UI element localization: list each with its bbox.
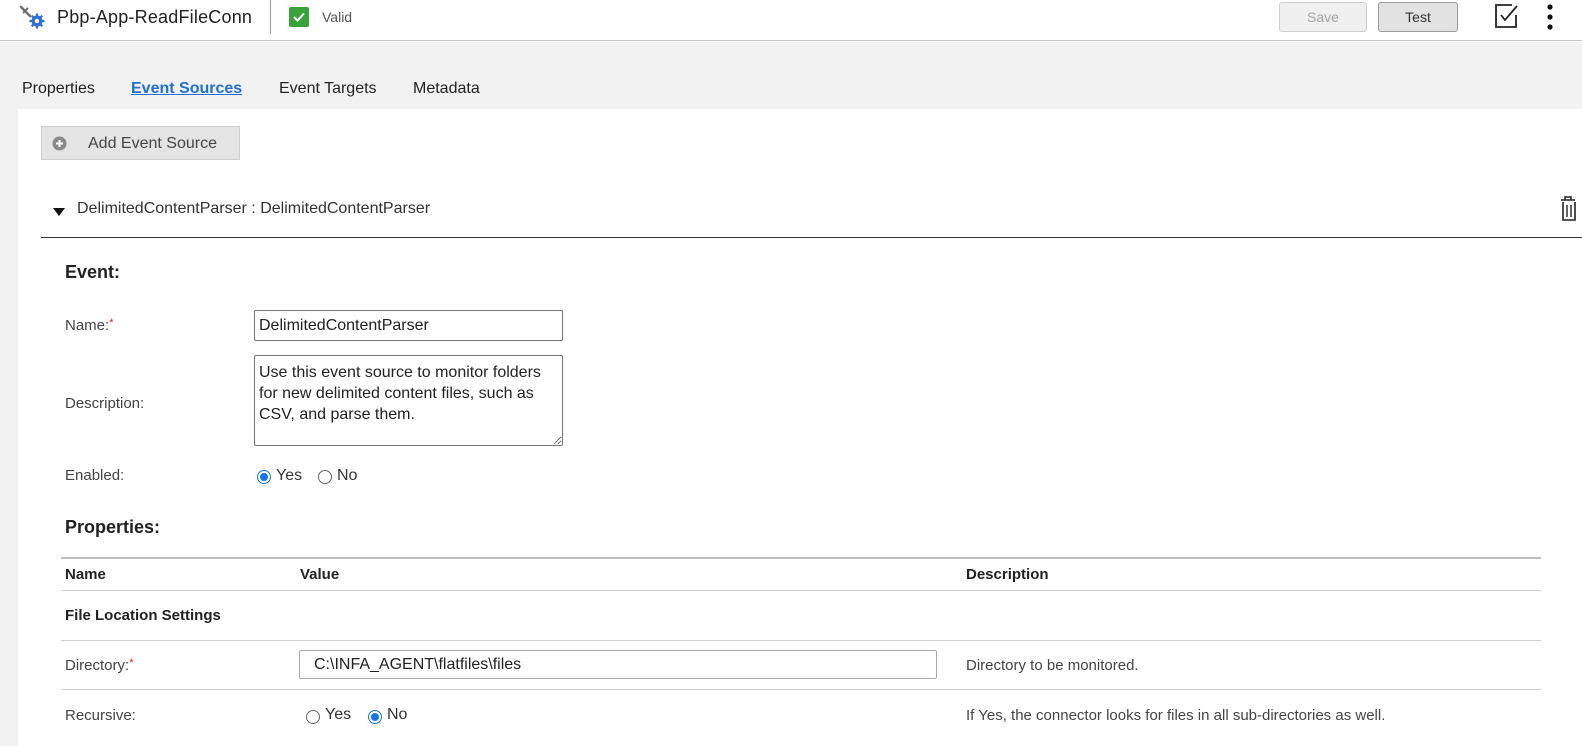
tab-properties[interactable]: Properties — [22, 80, 95, 98]
directory-description: Directory to be monitored. — [966, 657, 1139, 674]
description-field[interactable]: Use this event source to monitor folders… — [254, 355, 563, 446]
directory-field[interactable] — [299, 650, 937, 679]
event-heading: Event: — [65, 262, 121, 282]
event-source-title: DelimitedContentParser : DelimitedConten… — [77, 200, 431, 217]
description-label: Description: — [65, 395, 145, 412]
tab-event-sources[interactable]: Event Sources — [131, 80, 242, 98]
column-header-name: Name — [65, 566, 106, 583]
add-event-source-label: Add Event Source — [88, 135, 217, 152]
valid-check-icon — [289, 7, 309, 27]
required-marker: * — [129, 657, 134, 669]
recursive-yes-radio[interactable] — [306, 710, 320, 724]
left-gutter — [0, 109, 18, 746]
enabled-no-radio[interactable] — [318, 470, 332, 484]
save-button[interactable]: Save — [1279, 2, 1367, 32]
name-field[interactable] — [254, 310, 563, 341]
recursive-no-label: No — [387, 706, 408, 723]
required-marker: * — [109, 317, 114, 329]
enabled-yes-radio[interactable] — [257, 470, 271, 484]
recursive-label: Recursive: — [65, 707, 136, 724]
column-header-description: Description — [966, 566, 1049, 583]
name-label: Name:* — [65, 317, 113, 334]
header-row-divider — [61, 590, 1541, 591]
recursive-yes-label: Yes — [325, 706, 352, 723]
checklist-icon[interactable] — [1492, 2, 1520, 30]
recursive-no-radio[interactable] — [368, 710, 382, 724]
directory-label-text: Directory: — [65, 657, 130, 674]
enabled-no-label: No — [337, 467, 358, 484]
more-options-icon[interactable] — [1540, 2, 1560, 32]
tab-event-targets[interactable]: Event Targets — [279, 80, 377, 98]
event-source-section-header[interactable]: DelimitedContentParser : DelimitedConten… — [41, 186, 1582, 238]
group-title: File Location Settings — [65, 607, 221, 624]
recursive-description: If Yes, the connector looks for files in… — [966, 707, 1386, 724]
add-event-source-button[interactable]: Add Event Source — [41, 126, 240, 160]
enabled-yes-label: Yes — [276, 467, 303, 484]
validation-status: Valid — [322, 9, 353, 25]
properties-heading: Properties: — [65, 517, 161, 537]
tab-bar: Properties Event Sources Event Targets M… — [0, 42, 1582, 109]
app-connection-icon — [18, 4, 46, 30]
top-header: Pbp-App-ReadFileConn Valid Save Test — [0, 0, 1582, 41]
add-circle-icon — [52, 136, 67, 151]
header-divider — [270, 0, 271, 34]
app-title: Pbp-App-ReadFileConn — [57, 7, 253, 27]
caret-down-icon[interactable] — [53, 204, 65, 216]
column-header-value: Value — [300, 566, 340, 583]
enabled-label: Enabled: — [65, 467, 125, 484]
test-button[interactable]: Test — [1378, 2, 1458, 32]
trash-icon[interactable] — [1559, 196, 1577, 222]
name-label-text: Name: — [65, 317, 110, 334]
directory-row-divider — [61, 689, 1541, 690]
properties-table-top-border — [61, 557, 1541, 559]
tab-metadata[interactable]: Metadata — [413, 80, 480, 98]
group-row-divider — [61, 640, 1541, 641]
directory-label: Directory:* — [65, 657, 133, 674]
